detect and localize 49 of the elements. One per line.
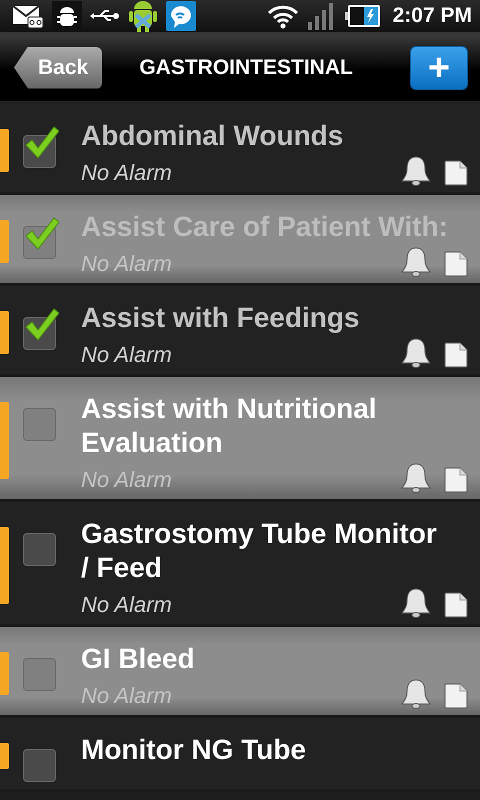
- side-tab: [0, 311, 9, 354]
- bell-icon[interactable]: [400, 338, 432, 368]
- alarm-status: No Alarm: [81, 160, 173, 186]
- task-row[interactable]: Abdominal Wounds No Alarm: [0, 104, 480, 195]
- note-icon[interactable]: [444, 592, 468, 618]
- wifi-icon: [266, 3, 299, 29]
- side-tab: [0, 129, 9, 172]
- task-row[interactable]: Gastrostomy Tube Monitor / Feed No Alarm: [0, 502, 480, 627]
- alarm-status: No Alarm: [81, 592, 173, 618]
- task-title: Assist with Nutritional Evaluation: [81, 392, 378, 460]
- bell-icon[interactable]: [400, 588, 432, 618]
- alarm-status: No Alarm: [81, 467, 173, 493]
- add-button[interactable]: +: [410, 46, 468, 90]
- task-title: GI Bleed: [81, 642, 196, 676]
- task-title: Assist with Feedings: [81, 301, 360, 335]
- task-title: Gastrostomy Tube Monitor / Feed: [81, 517, 438, 585]
- side-tab: [0, 743, 9, 769]
- clock-time: 2:07 PM: [392, 4, 472, 28]
- task-title: Abdominal Wounds: [81, 119, 344, 153]
- note-icon[interactable]: [444, 342, 468, 368]
- alarm-status: No Alarm: [81, 342, 173, 368]
- bell-icon[interactable]: [400, 463, 432, 493]
- battery-icon: [344, 4, 381, 28]
- checkbox[interactable]: [23, 658, 56, 691]
- note-icon[interactable]: [444, 160, 468, 186]
- bell-icon[interactable]: [400, 247, 432, 277]
- task-row[interactable]: Assist with Feedings No Alarm: [0, 286, 480, 377]
- checkbox[interactable]: [23, 749, 56, 782]
- usb-icon: [90, 8, 120, 24]
- task-row[interactable]: GI Bleed No Alarm: [0, 627, 480, 718]
- task-row[interactable]: Assist with Nutritional Evaluation No Alarm: [0, 377, 480, 502]
- voicemail-icon: [12, 3, 44, 29]
- note-icon[interactable]: [444, 467, 468, 493]
- alarm-status: No Alarm: [81, 683, 173, 709]
- task-title: Monitor NG Tube: [81, 733, 307, 767]
- bell-icon[interactable]: [400, 156, 432, 186]
- note-icon[interactable]: [444, 251, 468, 277]
- screen-title: GASTROINTESTINAL: [138, 56, 354, 80]
- task-row[interactable]: Monitor NG Tube: [0, 718, 480, 792]
- back-button[interactable]: Back: [14, 46, 102, 88]
- side-tab: [0, 652, 9, 695]
- checkbox[interactable]: [23, 408, 56, 441]
- side-tab: [0, 220, 9, 263]
- chat-icon: [166, 1, 196, 31]
- robot-icon: [128, 0, 158, 33]
- bell-icon[interactable]: [400, 679, 432, 709]
- alarm-status: No Alarm: [81, 251, 173, 277]
- checkbox[interactable]: [23, 533, 56, 566]
- note-icon[interactable]: [444, 683, 468, 709]
